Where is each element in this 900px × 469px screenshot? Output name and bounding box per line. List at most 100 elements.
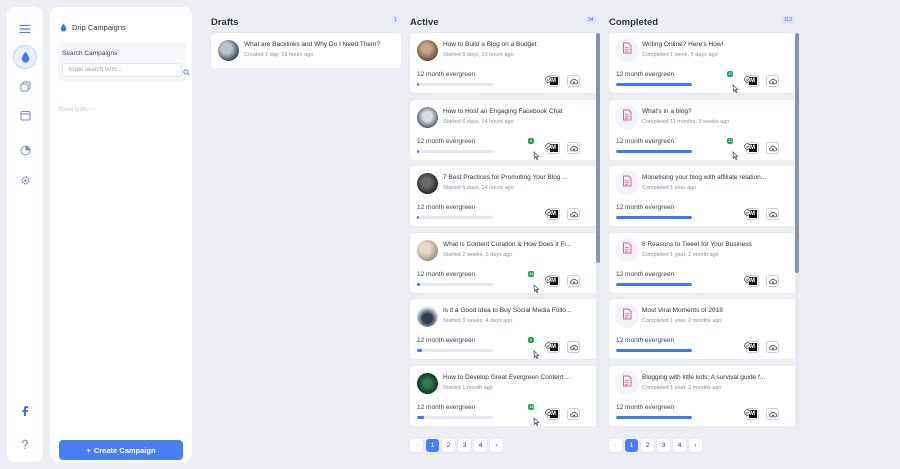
active-count-badge: 34: [585, 16, 597, 24]
cloud-download-icon: [569, 72, 578, 90]
completed-card[interactable]: Writing Online? Here's How! Completed 1 w…: [609, 33, 799, 93]
cloud-download-button[interactable]: [567, 141, 580, 154]
completed-page-2-button[interactable]: 2: [641, 439, 654, 452]
progress-bar-fill: [417, 416, 424, 419]
cloud-download-button[interactable]: [567, 341, 580, 354]
active-page-2-button[interactable]: 2: [442, 439, 455, 452]
pie-chart-icon[interactable]: [13, 138, 37, 162]
evergreen-label: 12 month evergreen: [417, 71, 476, 78]
active-card[interactable]: How to Develop Great Evergreen Content .…: [410, 366, 600, 426]
evergreen-label: 12 month evergreen: [417, 204, 476, 212]
calendar-icon[interactable]: [13, 103, 37, 127]
completed-scrollbar[interactable]: [795, 33, 799, 429]
campaign-thumbnail: [218, 40, 239, 61]
document-icon: [622, 307, 632, 325]
card-meta: Completed 1 week, 5 days ago: [642, 52, 718, 58]
pointer-icon: [533, 346, 540, 364]
cloud-download-button[interactable]: [766, 408, 779, 420]
card-title: How to Develop Great Evergreen Content .…: [443, 374, 571, 381]
active-card[interactable]: Is it a Good Idea to Buy Social Media Fo…: [410, 299, 600, 360]
active-next-page-button[interactable]: ›: [490, 439, 503, 452]
drop-icon[interactable]: [13, 45, 37, 69]
document-thumbnail: [615, 304, 639, 329]
evergreen-label: 12 month evergreen: [417, 337, 476, 345]
completed-column-title: Completed: [609, 17, 659, 28]
completed-card[interactable]: Blogging with little kids: A survival gu…: [609, 366, 799, 426]
active-card[interactable]: 7 Best Practices for Promoting Your Blog…: [410, 166, 600, 227]
check-circle-icon: [545, 336, 552, 354]
progress-bar-fill: [616, 282, 692, 286]
active-card[interactable]: How to Host an Engaging Facebook Chat Sta…: [410, 99, 600, 160]
click-count-badge: 16: [528, 270, 535, 277]
click-count-badge: 18: [528, 404, 535, 410]
progress-bar-fill: [417, 149, 419, 153]
check-circle-icon: [744, 70, 751, 88]
gear-icon[interactable]: [13, 168, 37, 192]
active-card[interactable]: What is Content Curation & How Does it F…: [410, 232, 600, 293]
active-prev-page-button[interactable]: ‹: [410, 439, 423, 452]
active-card[interactable]: How to Build a Blog on a Budget Started 6…: [410, 33, 600, 93]
document-thumbnail: [615, 104, 639, 129]
progress-bar: [616, 416, 692, 419]
completed-next-page-button[interactable]: ›: [689, 439, 702, 452]
cloud-download-icon: [569, 405, 578, 423]
active-page-3-button[interactable]: 3: [458, 439, 471, 452]
active-page-4-button[interactable]: 4: [474, 439, 487, 452]
cloud-download-button[interactable]: [766, 139, 779, 157]
progress-bar: [616, 216, 692, 220]
active-page-1-button[interactable]: 1: [426, 439, 439, 452]
create-campaign-button[interactable]: + Create Campaign: [59, 440, 183, 460]
evergreen-label: 12 month evergreen: [616, 337, 675, 345]
document-icon: [622, 41, 632, 59]
cloud-download-button[interactable]: [766, 75, 779, 87]
active-scrollbar[interactable]: [596, 33, 600, 429]
progress-bar-fill: [417, 83, 419, 86]
copy-icon[interactable]: [13, 74, 37, 98]
cloud-download-button[interactable]: [766, 274, 779, 287]
pointer-icon: [533, 413, 540, 431]
completed-card[interactable]: 8 Reasons to Tweet for Your Business Comp…: [609, 232, 799, 293]
cloud-download-button[interactable]: [567, 75, 580, 87]
progress-bar-fill: [616, 83, 692, 86]
search-input[interactable]: [62, 63, 182, 77]
cloud-download-icon: [768, 72, 777, 90]
card-title: 8 Reasons to Tweet for Your Business: [642, 240, 752, 248]
cloud-download-icon: [569, 205, 578, 223]
document-thumbnail: [615, 237, 639, 262]
completed-scrollbar-thumb[interactable]: [795, 33, 799, 273]
show-tests-toggle[interactable]: Show tests ›: [58, 107, 93, 113]
evergreen-label: 12 month evergreen: [417, 137, 476, 145]
cloud-download-icon: [768, 205, 777, 223]
completed-page-3-button[interactable]: 3: [657, 439, 670, 452]
card-title: How to Build a Blog on a Budget: [443, 41, 537, 48]
cloud-download-button[interactable]: [766, 205, 779, 223]
cloud-download-icon: [768, 139, 777, 157]
campaign-thumbnail: [417, 239, 438, 261]
completed-pagination: ‹ 1 2 3 4 ›: [609, 439, 702, 452]
campaign-thumbnail: [417, 306, 438, 328]
cloud-download-button[interactable]: [567, 408, 580, 420]
help-icon[interactable]: [13, 432, 37, 456]
campaign-thumbnail: [417, 173, 438, 195]
card-title: 7 Best Practices for Promoting Your Blog…: [443, 174, 568, 182]
drop-icon: [60, 23, 67, 32]
completed-page-4-button[interactable]: 4: [673, 439, 686, 452]
cloud-download-button[interactable]: [766, 341, 779, 354]
completed-card[interactable]: Most Viral Moments of 2018 Completed 1 ye…: [609, 299, 799, 360]
completed-page-1-button[interactable]: 1: [625, 439, 638, 452]
completed-card[interactable]: Monetising your blog with affiliate rela…: [609, 166, 799, 227]
active-scrollbar-thumb[interactable]: [596, 33, 600, 263]
draft-card[interactable]: What are Backlinks and Why Do I Need The…: [211, 33, 401, 68]
menu-icon[interactable]: [13, 17, 37, 41]
cloud-download-button[interactable]: [567, 272, 580, 290]
campaign-thumbnail: [417, 40, 438, 61]
document-icon: [622, 241, 632, 259]
completed-prev-page-button[interactable]: ‹: [609, 439, 622, 452]
cloud-download-icon: [569, 272, 578, 290]
completed-card[interactable]: What's in a blog? Completed 11 months, 3 …: [609, 99, 799, 160]
card-meta: Completed 1 year ago: [642, 185, 697, 192]
check-circle-icon: [545, 70, 552, 88]
facebook-icon[interactable]: [13, 398, 37, 422]
search-icon[interactable]: [183, 69, 190, 76]
cloud-download-button[interactable]: [567, 205, 580, 223]
